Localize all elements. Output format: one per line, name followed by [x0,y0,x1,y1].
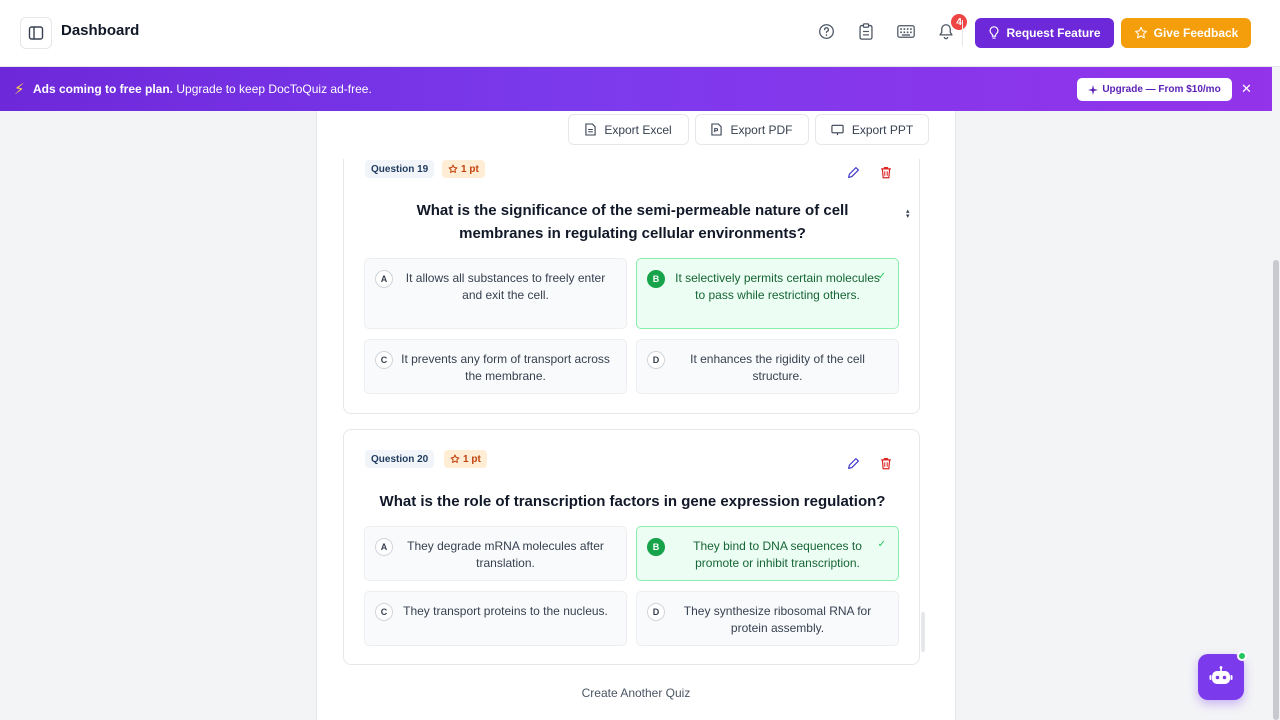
bolt-icon: ⚡ [14,81,25,98]
delete-question-button[interactable] [878,164,894,180]
question-text: What is the role of transcription factor… [379,493,886,510]
option-text: It prevents any form of transport across… [401,352,610,383]
option-letter: D [647,603,665,621]
banner-text: Upgrade to keep DocToQuiz ad-free. [173,82,372,96]
top-icon-group: 4 [816,14,967,41]
notification-count-badge: 4 [951,14,967,30]
delete-question-button[interactable] [878,455,894,471]
file-pdf-icon [711,123,723,136]
answer-option-correct[interactable]: B They bind to DNA sequences to promote … [636,526,899,581]
give-feedback-label: Give Feedback [1153,26,1239,40]
inner-scrollbar-thumb[interactable] [921,612,925,652]
option-text: They synthesize ribosomal RNA for protei… [683,604,872,635]
keyboard-button[interactable] [896,21,916,41]
create-another-quiz-button[interactable]: Create Another Quiz [316,686,956,700]
export-pdf-button[interactable]: Export PDF [695,114,809,145]
upgrade-button[interactable]: Upgrade — From $10/mo [1077,78,1232,101]
sidebar-toggle-icon [28,26,44,40]
option-letter: C [375,603,393,621]
notifications-button[interactable]: 4 [936,14,967,41]
question-card: Question 19 1 pt What is the significanc… [343,150,920,414]
pencil-icon [847,457,859,469]
question-text: What is the significance of the semi-per… [416,202,849,242]
pencil-icon [847,166,859,178]
file-excel-icon [585,123,596,136]
option-text: It allows all substances to freely enter… [405,271,606,302]
close-icon[interactable]: ✕ [1241,81,1252,97]
edit-question-button[interactable] [845,455,861,471]
answer-option[interactable]: A It allows all substances to freely ent… [364,258,627,329]
presentation-icon [831,124,844,135]
trash-icon [881,166,891,178]
question-card: Question 20 1 pt What is the role of tra… [343,429,920,665]
points-label: 1 pt [463,453,481,465]
online-status-dot [1237,651,1247,661]
check-icon: ✓ [877,271,886,282]
answer-option[interactable]: D It enhances the rigidity of the cell s… [636,339,899,394]
option-letter: B [647,270,665,288]
sparkle-icon [1088,84,1099,95]
inner-scroll-arrows[interactable]: ▴ ▾ [906,208,910,220]
export-pdf-label: Export PDF [730,122,793,137]
check-icon: ✓ [877,539,886,550]
trash-icon [881,457,891,469]
give-feedback-button[interactable]: Give Feedback [1121,18,1251,48]
answer-option-correct[interactable]: B It selectively permits certain molecul… [636,258,899,329]
option-letter: A [375,538,393,556]
option-text: They degrade mRNA molecules after transl… [407,539,604,570]
star-icon [450,454,460,463]
star-icon [1134,26,1147,39]
scroll-mask [317,146,955,159]
keyboard-icon [897,24,915,38]
points-badge: 1 pt [444,450,487,468]
answer-option[interactable]: D They synthesize ribosomal RNA for prot… [636,591,899,646]
chatbot-button[interactable] [1198,654,1244,700]
request-feature-label: Request Feature [1006,26,1101,40]
cropped-header [362,159,522,169]
export-excel-button[interactable]: Export Excel [568,114,689,145]
sidebar-toggle-button[interactable] [20,17,52,49]
banner-bold-text: Ads coming to free plan. [33,82,174,96]
option-text: It selectively permits certain molecules… [675,271,880,302]
page-scrollbar-thumb[interactable] [1273,260,1279,720]
help-icon [818,23,834,39]
request-feature-button[interactable]: Request Feature [975,18,1114,48]
question-number-label: Question 20 [365,450,435,468]
export-excel-label: Export Excel [604,122,672,137]
answer-option[interactable]: C They transport proteins to the nucleus… [364,591,627,646]
answer-option[interactable]: A They degrade mRNA molecules after tran… [364,526,627,581]
option-letter: C [375,351,393,369]
banner-message: Ads coming to free plan. Upgrade to keep… [33,82,372,96]
top-bar: Dashboard 4 Request Feature Give Feedbac… [0,0,1280,67]
bot-icon [1209,666,1233,684]
upgrade-label: Upgrade — From $10/mo [1102,84,1221,95]
clipboard-button[interactable] [856,21,876,41]
export-ppt-button[interactable]: Export PPT [815,114,929,145]
export-ppt-label: Export PPT [851,122,914,137]
answer-option[interactable]: C It prevents any form of transport acro… [364,339,627,394]
edit-question-button[interactable] [845,164,861,180]
lightbulb-icon [990,26,999,39]
page-title: Dashboard [61,22,140,39]
option-text: It enhances the rigidity of the cell str… [690,352,865,383]
option-text: They transport proteins to the nucleus. [403,604,608,618]
clipboard-icon [859,22,873,40]
divider [962,20,963,46]
option-letter: A [375,270,393,288]
option-text: They bind to DNA sequences to promote or… [693,539,862,570]
help-button[interactable] [816,21,836,41]
option-letter: B [647,538,665,556]
option-letter: D [647,351,665,369]
